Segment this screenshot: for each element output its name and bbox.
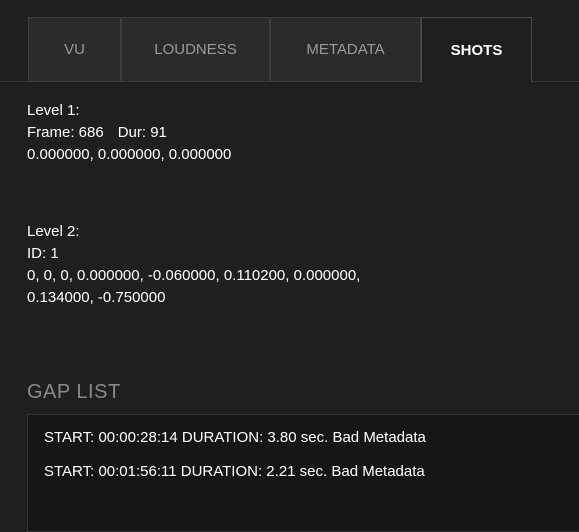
level1-duration: Dur: 91 [117, 124, 167, 141]
level2-values-line2: 0.134000, -0.750000 [27, 289, 166, 306]
level1-values: 0.000000, 0.000000, 0.000000 [27, 146, 232, 163]
gap-list-item[interactable]: START: 00:00:28:14 DURATION: 3.80 sec. B… [44, 429, 426, 446]
level2-id: ID: 1 [27, 245, 59, 262]
level1-frame-dur-row: Frame: 686 Dur: 91 [27, 122, 231, 144]
level2-section: Level 2: ID: 1 0, 0, 0, 0.000000, -0.060… [27, 221, 360, 309]
gap-list[interactable]: START: 00:00:28:14 DURATION: 3.80 sec. B… [27, 414, 579, 532]
level1-section: Level 1: Frame: 686 Dur: 91 0.000000, 0.0… [27, 100, 231, 166]
tab-vu[interactable]: VU [28, 17, 121, 81]
tab-loudness[interactable]: LOUDNESS [121, 17, 270, 81]
gap-list-title: GAP LIST [27, 381, 121, 403]
level1-frame: Frame: 686 [27, 124, 104, 141]
gap-list-item[interactable]: START: 00:01:56:11 DURATION: 2.21 sec. B… [44, 463, 425, 480]
level2-values-line1: 0, 0, 0, 0.000000, -0.060000, 0.110200, … [27, 267, 361, 284]
tab-bar: VU LOUDNESS METADATA SHOTS [0, 0, 579, 83]
level2-title: Level 2: [27, 223, 80, 240]
tab-metadata[interactable]: METADATA [270, 17, 421, 81]
level1-title: Level 1: [27, 102, 80, 119]
tab-shots[interactable]: SHOTS [421, 17, 532, 83]
